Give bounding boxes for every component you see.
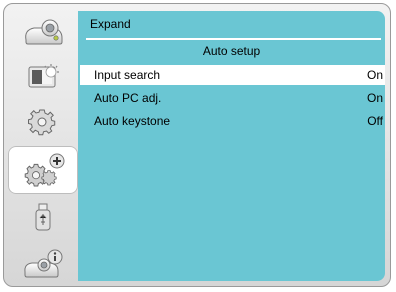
menu-row-input-search[interactable]: Input search On [80,65,385,85]
sidebar-item-information[interactable] [8,242,78,286]
panel-title: Expand [90,17,131,31]
panel-header: Expand [78,11,385,37]
row-value: On [366,68,383,82]
row-label: Input search [94,68,161,82]
menu-panel: Expand Auto setup Input search On Auto P… [78,11,385,281]
row-label: Auto keystone [94,114,171,128]
row-label: Auto PC adj. [94,91,162,105]
expand-gear-plus-icon [24,153,65,187]
picture-adjust-icon [28,64,59,88]
row-value: On [366,91,383,105]
sidebar-item-memory-viewer[interactable] [8,196,78,240]
setting-gear-icon [28,109,56,136]
sidebar-item-picture[interactable] [8,54,78,98]
projector-info-icon [24,249,63,278]
sidebar-item-setting[interactable] [8,100,78,144]
sidebar-item-expand[interactable] [8,146,78,194]
menu-row-auto-pc-adj[interactable]: Auto PC adj. On [80,88,385,108]
menu-sidebar [8,8,78,280]
usb-memory-icon [35,203,51,231]
sidebar-item-display[interactable] [8,10,78,54]
menu-row-auto-keystone[interactable]: Auto keystone Off [80,111,385,131]
header-divider [86,38,381,40]
row-value: Off [367,114,383,128]
projector-icon [25,19,63,45]
section-title: Auto setup [202,44,261,58]
